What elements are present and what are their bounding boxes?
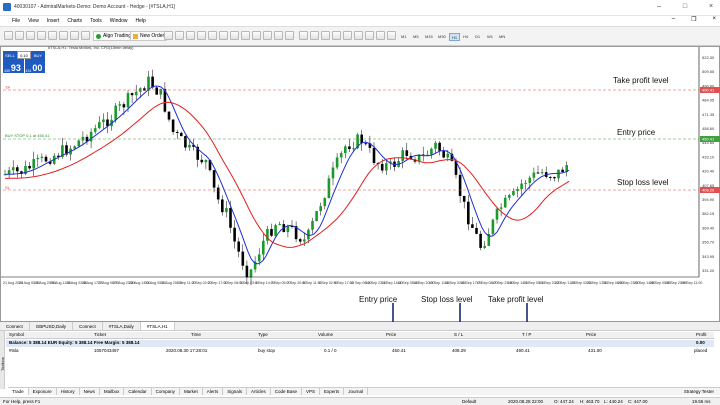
tab-calendar[interactable]: Calendar xyxy=(124,388,152,395)
order-tp[interactable]: 490.41 xyxy=(516,348,530,353)
order-type: buy stop xyxy=(258,348,276,353)
col-time[interactable]: Time xyxy=(191,332,201,337)
chart-tab-active[interactable]: #TSLA,H1 xyxy=(140,322,175,330)
tab-company[interactable]: Company xyxy=(152,388,180,395)
chart-tab[interactable]: Connect xyxy=(73,322,103,330)
status-bar: For Help, press F1 Default 2020.08.28 22… xyxy=(0,397,720,405)
tab-experts[interactable]: Experts xyxy=(320,388,345,395)
col-ticket[interactable]: Ticket xyxy=(94,332,106,337)
status-open: O: 447.24 xyxy=(554,399,574,404)
status-datetime: 2020.08.28 22:00 xyxy=(508,399,544,404)
tab-mailbox[interactable]: Mailbox xyxy=(100,388,125,395)
tab-vps[interactable]: VPS xyxy=(302,388,321,395)
tab-exposure[interactable]: Exposure xyxy=(29,388,57,395)
tab-articles[interactable]: Articles xyxy=(247,388,271,395)
terminal-panel: Toolbox Symbol Ticket Time Type Volume P… xyxy=(0,331,720,389)
order-symbol: #tsla xyxy=(9,348,19,353)
terminal-header-row: Symbol Ticket Time Type Volume Price S /… xyxy=(6,332,714,339)
strategy-tester-button[interactable]: Strategy Tester xyxy=(684,389,714,394)
order-sl[interactable]: 408.29 xyxy=(452,348,466,353)
chart-tabs: Connect GBPUSD,Daily Connect #TSLA,Daily… xyxy=(0,322,720,331)
col-symbol[interactable]: Symbol xyxy=(9,332,24,337)
toolbox-side: Toolbox xyxy=(0,331,5,389)
order-time: 2020.08.30 17:28:01 xyxy=(166,348,208,353)
col-profit[interactable]: Profit xyxy=(696,332,707,337)
chart-tab[interactable]: #TSLA,Daily xyxy=(103,322,141,330)
status-high: H: 463.70 xyxy=(580,399,600,404)
tab-signals[interactable]: Signals xyxy=(223,388,247,395)
tab-trade[interactable]: Trade xyxy=(8,388,29,395)
terminal-tabs: Trade Exposure History News Mailbox Cale… xyxy=(8,387,720,395)
status-profile[interactable]: Default xyxy=(462,399,476,404)
order-row[interactable]: #tsla 1057043497 2020.08.30 17:28:01 buy… xyxy=(6,348,714,355)
tab-code-base[interactable]: Code Base xyxy=(271,388,303,395)
status-low: L: 440.24 xyxy=(604,399,623,404)
status-traffic: 19.55 ms xyxy=(692,399,711,404)
order-current-price: 431.00 xyxy=(588,348,602,353)
chart-tab[interactable]: Connect xyxy=(0,322,30,330)
balance-row[interactable]: Balance: 5 388.14 EUR Equity: 5 388.14 F… xyxy=(6,340,714,347)
status-help: For Help, press F1 xyxy=(3,399,41,404)
col-price2[interactable]: Price xyxy=(586,332,596,337)
tab-journal[interactable]: Journal xyxy=(344,388,369,395)
status-close: C: 447.00 xyxy=(628,399,648,404)
tab-news[interactable]: News xyxy=(80,388,100,395)
tab-alerts[interactable]: Alerts xyxy=(203,388,224,395)
col-sl[interactable]: S / L xyxy=(454,332,463,337)
tab-history[interactable]: History xyxy=(57,388,80,395)
col-tp[interactable]: T / P xyxy=(522,332,531,337)
order-status: placed xyxy=(694,348,708,353)
order-volume: 0.1 / 0 xyxy=(324,348,337,353)
col-type[interactable]: Type xyxy=(258,332,268,337)
order-price: 450.41 xyxy=(392,348,406,353)
balance-profit: 0.00 xyxy=(696,340,705,345)
order-ticket: 1057043497 xyxy=(94,348,120,353)
col-volume[interactable]: Volume xyxy=(318,332,333,337)
chart-tab[interactable]: GBPUSD,Daily xyxy=(30,322,74,330)
balance-text: Balance: 5 388.14 EUR Equity: 5 388.14 F… xyxy=(9,340,140,345)
tab-market[interactable]: Market xyxy=(180,388,203,395)
col-price[interactable]: Price xyxy=(386,332,396,337)
